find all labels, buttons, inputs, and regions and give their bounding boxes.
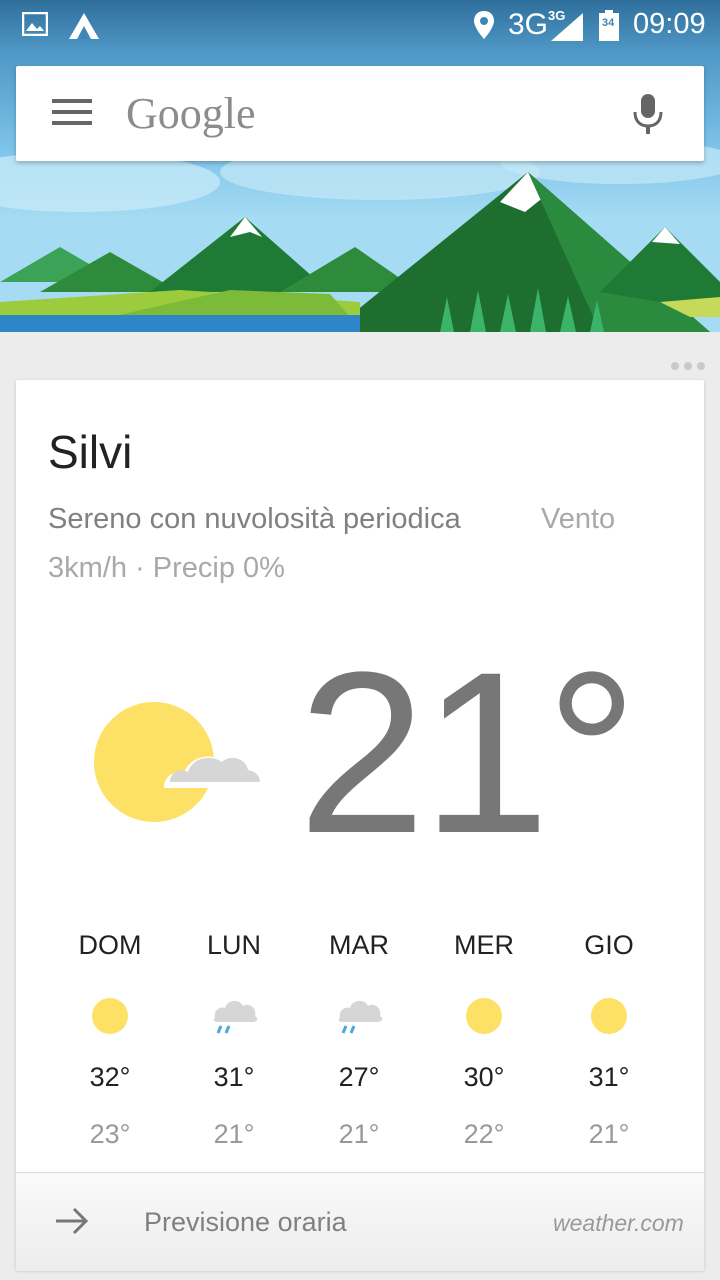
menu-icon[interactable] [52, 99, 92, 129]
low-temp: 22° [463, 1119, 505, 1149]
current-temperature: 21° [298, 624, 638, 881]
city-name: Silvi [48, 426, 133, 478]
provider-link[interactable]: weather.com [553, 1210, 684, 1237]
forecast-day: GIO 31° 21° [549, 930, 669, 1150]
forecast-day: DOM 32° 23° [50, 930, 170, 1150]
wind-label: Vento [541, 503, 616, 535]
sun-icon [424, 986, 544, 1046]
day-name: GIO [584, 930, 634, 960]
location-icon [472, 10, 496, 45]
network-type: 3G [508, 8, 549, 41]
high-temp: 30° [463, 1062, 505, 1092]
signal-icon [550, 12, 584, 47]
status-bar: 3G 3G 34 09:09 [0, 0, 720, 52]
overflow-menu-icon[interactable] [670, 358, 706, 376]
sun-icon [549, 986, 669, 1046]
low-temp: 23° [89, 1119, 131, 1149]
high-temp: 31° [588, 1062, 630, 1092]
app-icon [68, 12, 100, 45]
forecast-day: MAR 27° 21° [299, 930, 419, 1150]
google-logo: Google [126, 89, 256, 138]
search-bar[interactable] [16, 66, 704, 161]
high-temp: 27° [338, 1062, 380, 1092]
gallery-icon [21, 11, 49, 41]
battery-level: 34 [602, 17, 615, 29]
low-temp: 21° [588, 1119, 630, 1149]
clock: 09:09 [633, 8, 706, 40]
sun-icon [50, 986, 170, 1046]
rain-cloud-icon [174, 986, 294, 1046]
day-name: MER [454, 930, 514, 960]
partly-sunny-icon [92, 700, 267, 830]
arrow-right-icon[interactable] [54, 1206, 90, 1241]
day-name: MAR [329, 930, 389, 960]
forecast-day: MER 30° 22° [424, 930, 544, 1150]
hourly-forecast-link[interactable]: Previsione oraria [144, 1207, 347, 1238]
low-temp: 21° [213, 1119, 255, 1149]
weather-condition: Sereno con nuvolosità periodica [48, 503, 461, 535]
day-name: LUN [206, 930, 261, 960]
day-name: DOM [78, 930, 142, 960]
high-temp: 31° [213, 1062, 255, 1092]
rain-cloud-icon [299, 986, 419, 1046]
mic-icon[interactable] [630, 92, 666, 141]
low-temp: 21° [338, 1119, 380, 1149]
forecast-day: LUN 31° 21° [174, 930, 294, 1150]
wind-precip-info: 3km/h · Precip 0% [48, 552, 285, 584]
high-temp: 32° [89, 1062, 131, 1092]
